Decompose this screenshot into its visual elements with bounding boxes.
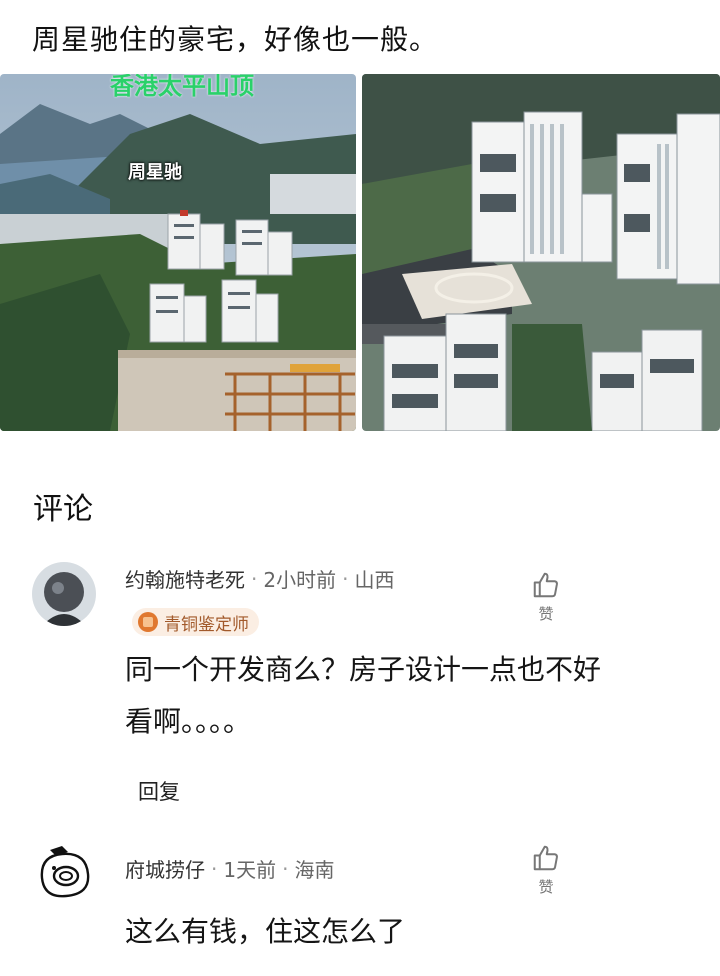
meta-separator: · (251, 566, 258, 591)
like-button[interactable]: 赞 (526, 843, 566, 897)
post-title: 周星驰住的豪宅，好像也一般。 (32, 23, 439, 56)
thumbs-up-icon (533, 572, 558, 598)
comment-username[interactable]: 府城捞仔 (125, 854, 205, 883)
comment-location: 山西 (354, 568, 395, 592)
thumbs-up-icon (533, 845, 558, 871)
comment-location: 海南 (294, 858, 335, 882)
comment-text-line: 同一个开发商么？房子设计一点也不好 (125, 653, 602, 686)
comment-username[interactable]: 约翰施特老死 (125, 564, 245, 593)
badge-label: 青铜鉴定师 (164, 614, 249, 635)
avatar[interactable] (32, 562, 96, 626)
like-label: 赞 (538, 605, 554, 623)
comment-time: 1天前 (223, 858, 277, 882)
meta-separator: · (342, 566, 349, 591)
reply-button[interactable]: 回复 (124, 772, 194, 810)
comment-meta: 府城捞仔 · 1天前 · 海南 (125, 854, 334, 883)
comments-section-title: 评论 (33, 492, 93, 527)
comment-text: 同一个开发商么？房子设计一点也不好 看啊。。。。 (125, 644, 601, 748)
medal-icon (138, 612, 158, 632)
photo-gallery: 香港太平山顶 周星驰 (0, 74, 720, 431)
comment-text: 这么有钱，住这怎么了 (125, 906, 405, 958)
photo-top-caption: 香港太平山顶 (110, 74, 254, 100)
photo-mansion-closeup[interactable] (362, 74, 720, 431)
photo-mansion-aerial[interactable]: 香港太平山顶 周星驰 (0, 74, 356, 431)
comment-meta: 约翰施特老死 · 2小时前 · 山西 (125, 564, 394, 593)
photo-label: 周星驰 (128, 162, 182, 183)
comment-text-line: 这么有钱，住这怎么了 (125, 915, 406, 948)
user-badge[interactable]: 青铜鉴定师 (132, 608, 259, 636)
like-button[interactable]: 赞 (526, 570, 566, 624)
avatar[interactable] (32, 838, 96, 902)
like-label: 赞 (538, 878, 554, 896)
meta-separator: · (282, 856, 289, 881)
comment-text-line: 看啊。。。。 (125, 705, 252, 738)
meta-separator: · (211, 856, 218, 881)
comment-time: 2小时前 (263, 568, 337, 592)
